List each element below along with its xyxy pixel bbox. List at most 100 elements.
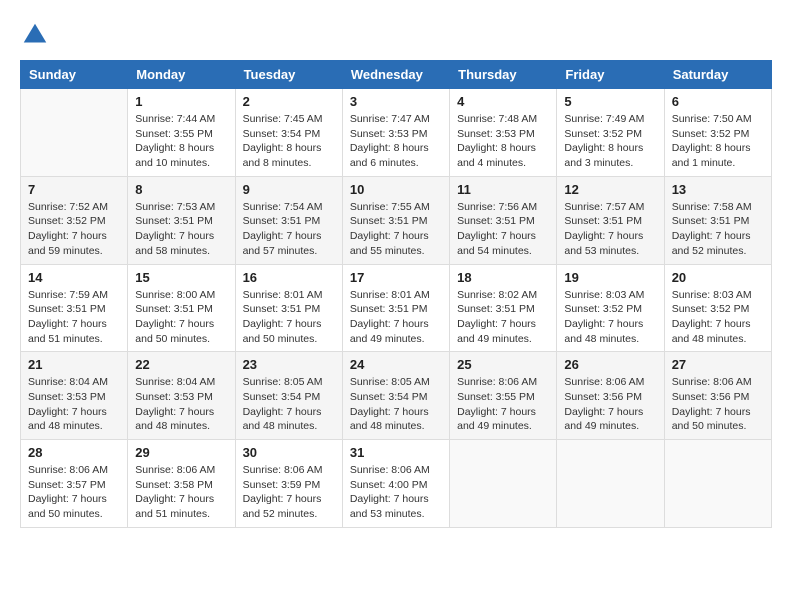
day-info: Sunrise: 8:06 AM Sunset: 3:57 PM Dayligh… bbox=[28, 463, 120, 522]
calendar-cell: 20 Sunrise: 8:03 AM Sunset: 3:52 PM Dayli… bbox=[664, 264, 771, 352]
day-number: 2 bbox=[243, 94, 335, 109]
day-number: 27 bbox=[672, 357, 764, 372]
day-number: 12 bbox=[564, 182, 656, 197]
page-header bbox=[20, 20, 772, 50]
day-number: 20 bbox=[672, 270, 764, 285]
calendar-cell: 5 Sunrise: 7:49 AM Sunset: 3:52 PM Daylig… bbox=[557, 89, 664, 177]
day-number: 15 bbox=[135, 270, 227, 285]
day-info: Sunrise: 7:44 AM Sunset: 3:55 PM Dayligh… bbox=[135, 112, 227, 171]
day-info: Sunrise: 7:56 AM Sunset: 3:51 PM Dayligh… bbox=[457, 200, 549, 259]
day-number: 3 bbox=[350, 94, 442, 109]
calendar-cell bbox=[21, 89, 128, 177]
calendar-cell: 27Sunrise: 8:06 AM Sunset: 3:56 PM Dayli… bbox=[664, 352, 771, 440]
day-info: Sunrise: 7:55 AM Sunset: 3:51 PM Dayligh… bbox=[350, 200, 442, 259]
day-number: 30 bbox=[243, 445, 335, 460]
day-info: Sunrise: 8:04 AM Sunset: 3:53 PM Dayligh… bbox=[28, 375, 120, 434]
day-number: 17 bbox=[350, 270, 442, 285]
calendar-cell: 19Sunrise: 8:03 AM Sunset: 3:52 PM Dayli… bbox=[557, 264, 664, 352]
calendar-week-row: 7 Sunrise: 7:52 AM Sunset: 3:52 PM Daylig… bbox=[21, 176, 772, 264]
column-header-monday: Monday bbox=[128, 61, 235, 89]
calendar-table: SundayMondayTuesdayWednesdayThursdayFrid… bbox=[20, 60, 772, 528]
calendar-cell: 6 Sunrise: 7:50 AM Sunset: 3:52 PM Daylig… bbox=[664, 89, 771, 177]
day-number: 8 bbox=[135, 182, 227, 197]
day-info: Sunrise: 8:06 AM Sunset: 3:56 PM Dayligh… bbox=[564, 375, 656, 434]
column-header-thursday: Thursday bbox=[450, 61, 557, 89]
calendar-header-row: SundayMondayTuesdayWednesdayThursdayFrid… bbox=[21, 61, 772, 89]
day-info: Sunrise: 8:06 AM Sunset: 4:00 PM Dayligh… bbox=[350, 463, 442, 522]
calendar-cell: 23 Sunrise: 8:05 AM Sunset: 3:54 PM Dayli… bbox=[235, 352, 342, 440]
calendar-cell: 31 Sunrise: 8:06 AM Sunset: 4:00 PM Dayli… bbox=[342, 440, 449, 528]
logo-icon bbox=[20, 20, 50, 50]
day-number: 25 bbox=[457, 357, 549, 372]
day-info: Sunrise: 8:03 AM Sunset: 3:52 PM Dayligh… bbox=[564, 288, 656, 347]
calendar-cell: 9Sunrise: 7:54 AM Sunset: 3:51 PM Daylig… bbox=[235, 176, 342, 264]
calendar-week-row: 28Sunrise: 8:06 AM Sunset: 3:57 PM Dayli… bbox=[21, 440, 772, 528]
calendar-cell: 7 Sunrise: 7:52 AM Sunset: 3:52 PM Daylig… bbox=[21, 176, 128, 264]
day-info: Sunrise: 8:02 AM Sunset: 3:51 PM Dayligh… bbox=[457, 288, 549, 347]
day-info: Sunrise: 8:06 AM Sunset: 3:58 PM Dayligh… bbox=[135, 463, 227, 522]
column-header-saturday: Saturday bbox=[664, 61, 771, 89]
calendar-cell: 18Sunrise: 8:02 AM Sunset: 3:51 PM Dayli… bbox=[450, 264, 557, 352]
day-number: 21 bbox=[28, 357, 120, 372]
column-header-tuesday: Tuesday bbox=[235, 61, 342, 89]
day-number: 10 bbox=[350, 182, 442, 197]
day-info: Sunrise: 7:54 AM Sunset: 3:51 PM Dayligh… bbox=[243, 200, 335, 259]
calendar-cell: 21 Sunrise: 8:04 AM Sunset: 3:53 PM Dayli… bbox=[21, 352, 128, 440]
day-info: Sunrise: 8:06 AM Sunset: 3:59 PM Dayligh… bbox=[243, 463, 335, 522]
calendar-cell: 17 Sunrise: 8:01 AM Sunset: 3:51 PM Dayli… bbox=[342, 264, 449, 352]
day-info: Sunrise: 7:53 AM Sunset: 3:51 PM Dayligh… bbox=[135, 200, 227, 259]
day-number: 31 bbox=[350, 445, 442, 460]
day-number: 6 bbox=[672, 94, 764, 109]
calendar-cell: 29 Sunrise: 8:06 AM Sunset: 3:58 PM Dayli… bbox=[128, 440, 235, 528]
calendar-cell bbox=[450, 440, 557, 528]
calendar-week-row: 14 Sunrise: 7:59 AM Sunset: 3:51 PM Dayli… bbox=[21, 264, 772, 352]
day-info: Sunrise: 8:06 AM Sunset: 3:55 PM Dayligh… bbox=[457, 375, 549, 434]
calendar-cell: 4Sunrise: 7:48 AM Sunset: 3:53 PM Daylig… bbox=[450, 89, 557, 177]
calendar-week-row: 21 Sunrise: 8:04 AM Sunset: 3:53 PM Dayli… bbox=[21, 352, 772, 440]
day-number: 5 bbox=[564, 94, 656, 109]
day-info: Sunrise: 7:47 AM Sunset: 3:53 PM Dayligh… bbox=[350, 112, 442, 171]
day-info: Sunrise: 7:58 AM Sunset: 3:51 PM Dayligh… bbox=[672, 200, 764, 259]
day-number: 1 bbox=[135, 94, 227, 109]
day-info: Sunrise: 7:57 AM Sunset: 3:51 PM Dayligh… bbox=[564, 200, 656, 259]
calendar-cell: 8 Sunrise: 7:53 AM Sunset: 3:51 PM Daylig… bbox=[128, 176, 235, 264]
day-number: 11 bbox=[457, 182, 549, 197]
day-info: Sunrise: 8:01 AM Sunset: 3:51 PM Dayligh… bbox=[350, 288, 442, 347]
calendar-cell: 30 Sunrise: 8:06 AM Sunset: 3:59 PM Dayli… bbox=[235, 440, 342, 528]
logo bbox=[20, 20, 54, 50]
day-info: Sunrise: 7:50 AM Sunset: 3:52 PM Dayligh… bbox=[672, 112, 764, 171]
calendar-cell: 14 Sunrise: 7:59 AM Sunset: 3:51 PM Dayli… bbox=[21, 264, 128, 352]
day-info: Sunrise: 8:03 AM Sunset: 3:52 PM Dayligh… bbox=[672, 288, 764, 347]
column-header-wednesday: Wednesday bbox=[342, 61, 449, 89]
day-info: Sunrise: 7:59 AM Sunset: 3:51 PM Dayligh… bbox=[28, 288, 120, 347]
day-number: 16 bbox=[243, 270, 335, 285]
calendar-cell: 26 Sunrise: 8:06 AM Sunset: 3:56 PM Dayli… bbox=[557, 352, 664, 440]
day-number: 24 bbox=[350, 357, 442, 372]
calendar-cell: 15 Sunrise: 8:00 AM Sunset: 3:51 PM Dayli… bbox=[128, 264, 235, 352]
calendar-cell: 12 Sunrise: 7:57 AM Sunset: 3:51 PM Dayli… bbox=[557, 176, 664, 264]
day-number: 13 bbox=[672, 182, 764, 197]
day-number: 22 bbox=[135, 357, 227, 372]
calendar-cell: 1 Sunrise: 7:44 AM Sunset: 3:55 PM Daylig… bbox=[128, 89, 235, 177]
day-number: 23 bbox=[243, 357, 335, 372]
day-info: Sunrise: 8:00 AM Sunset: 3:51 PM Dayligh… bbox=[135, 288, 227, 347]
calendar-cell: 16 Sunrise: 8:01 AM Sunset: 3:51 PM Dayli… bbox=[235, 264, 342, 352]
day-info: Sunrise: 7:48 AM Sunset: 3:53 PM Dayligh… bbox=[457, 112, 549, 171]
day-info: Sunrise: 7:52 AM Sunset: 3:52 PM Dayligh… bbox=[28, 200, 120, 259]
day-info: Sunrise: 7:49 AM Sunset: 3:52 PM Dayligh… bbox=[564, 112, 656, 171]
day-number: 14 bbox=[28, 270, 120, 285]
calendar-cell: 10 Sunrise: 7:55 AM Sunset: 3:51 PM Dayli… bbox=[342, 176, 449, 264]
calendar-cell: 24 Sunrise: 8:05 AM Sunset: 3:54 PM Dayli… bbox=[342, 352, 449, 440]
calendar-cell: 13 Sunrise: 7:58 AM Sunset: 3:51 PM Dayli… bbox=[664, 176, 771, 264]
day-info: Sunrise: 8:01 AM Sunset: 3:51 PM Dayligh… bbox=[243, 288, 335, 347]
day-number: 7 bbox=[28, 182, 120, 197]
day-info: Sunrise: 8:05 AM Sunset: 3:54 PM Dayligh… bbox=[350, 375, 442, 434]
day-number: 29 bbox=[135, 445, 227, 460]
day-number: 26 bbox=[564, 357, 656, 372]
calendar-cell: 25 Sunrise: 8:06 AM Sunset: 3:55 PM Dayli… bbox=[450, 352, 557, 440]
calendar-cell bbox=[557, 440, 664, 528]
day-info: Sunrise: 7:45 AM Sunset: 3:54 PM Dayligh… bbox=[243, 112, 335, 171]
calendar-cell: 22Sunrise: 8:04 AM Sunset: 3:53 PM Dayli… bbox=[128, 352, 235, 440]
day-info: Sunrise: 8:05 AM Sunset: 3:54 PM Dayligh… bbox=[243, 375, 335, 434]
calendar-cell: 11 Sunrise: 7:56 AM Sunset: 3:51 PM Dayli… bbox=[450, 176, 557, 264]
